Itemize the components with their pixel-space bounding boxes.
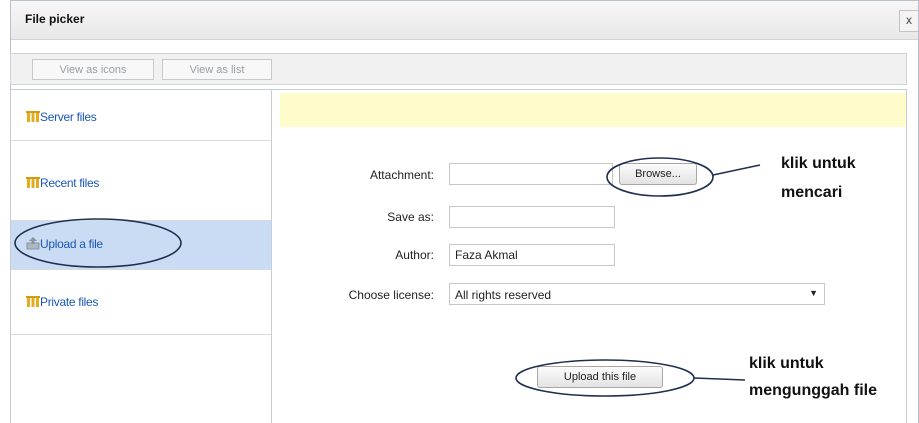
upload-note-line1: klik untuk [749,355,824,372]
upload-callout-line [693,377,746,381]
browse-callout-ellipse [606,157,714,197]
browse-note-line2: mencari [781,184,843,201]
upload-button-callout-ellipse [515,359,695,397]
upload-note-line2: mengunggah file [749,382,877,399]
browse-callout-line [712,164,761,176]
upload-item-callout-ellipse [14,218,182,268]
browse-note-line1: klik untuk [781,155,856,172]
